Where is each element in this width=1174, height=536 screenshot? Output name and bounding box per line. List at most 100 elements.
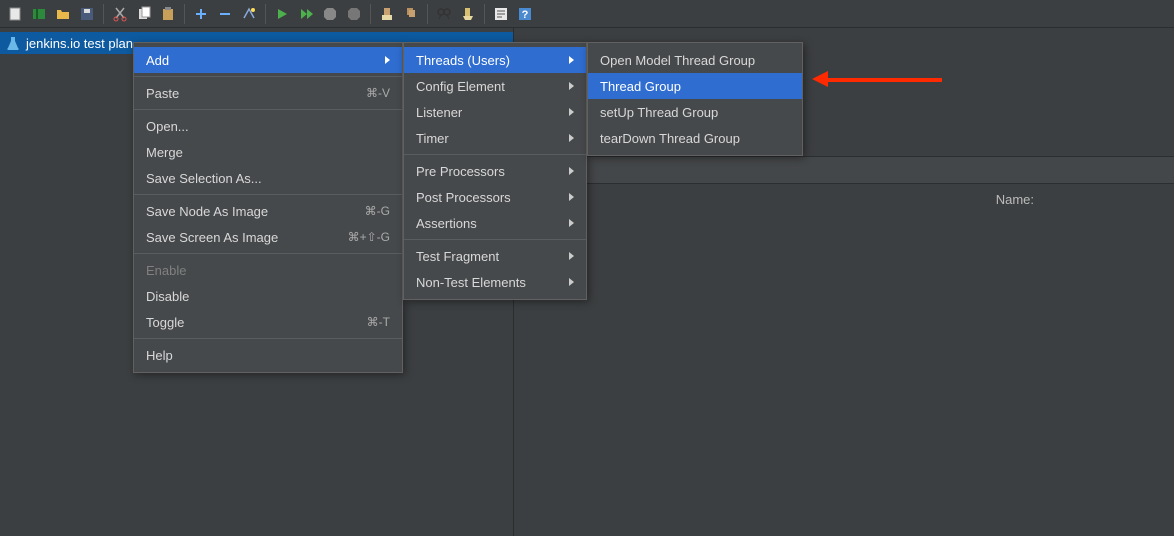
menu-item-label: Disable <box>146 289 189 304</box>
menu-item-label: Threads (Users) <box>416 53 510 68</box>
toolbar: ? <box>0 0 1174 28</box>
reset-search-icon[interactable] <box>457 3 479 25</box>
menu-item-label: Merge <box>146 145 183 160</box>
submenu-arrow-icon <box>385 56 390 64</box>
menu-shortcut: ⌘+⇧-G <box>348 230 390 244</box>
menu-item-label: Help <box>146 348 173 363</box>
menu-separator <box>134 194 402 195</box>
clear-all-icon[interactable] <box>400 3 422 25</box>
menu-item-label: Save Selection As... <box>146 171 262 186</box>
copy-icon[interactable] <box>133 3 155 25</box>
add-item-assertions[interactable]: Assertions <box>404 210 586 236</box>
menu-shortcut: ⌘-G <box>365 204 390 218</box>
ctx-item-enable: Enable <box>134 257 402 283</box>
file-new-icon[interactable] <box>4 3 26 25</box>
menu-item-label: Test Fragment <box>416 249 499 264</box>
toolbar-separator <box>103 4 104 24</box>
menu-item-label: Config Element <box>416 79 505 94</box>
flask-icon <box>6 36 20 50</box>
context-menu-main: Add Paste ⌘-V Open... Merge Save Selection As… <box>133 42 403 373</box>
run-icon[interactable] <box>271 3 293 25</box>
menu-item-label: Assertions <box>416 216 477 231</box>
menu-shortcut: ⌘-T <box>367 315 390 329</box>
submenu-arrow-icon <box>569 108 574 116</box>
toggle-icon[interactable] <box>238 3 260 25</box>
tree-root-label: jenkins.io test plan <box>26 36 133 51</box>
menu-item-label: tearDown Thread Group <box>600 131 740 146</box>
submenu-arrow-icon <box>569 82 574 90</box>
submenu-arrow-icon <box>569 134 574 142</box>
paste-icon[interactable] <box>157 3 179 25</box>
run-notimers-icon[interactable] <box>295 3 317 25</box>
ctx-item-open[interactable]: Open... <box>134 113 402 139</box>
clear-icon[interactable] <box>376 3 398 25</box>
submenu-arrow-icon <box>569 278 574 286</box>
cut-icon[interactable] <box>109 3 131 25</box>
menu-item-label: Non-Test Elements <box>416 275 526 290</box>
svg-text:?: ? <box>522 9 529 21</box>
submenu-arrow-icon <box>569 193 574 201</box>
context-menu-threads: Open Model Thread Group Thread Group setUp… <box>587 42 803 156</box>
menu-item-label: Timer <box>416 131 449 146</box>
stop-icon[interactable] <box>319 3 341 25</box>
ctx-item-paste[interactable]: Paste ⌘-V <box>134 80 402 106</box>
ctx-item-add[interactable]: Add <box>134 47 402 73</box>
menu-separator <box>404 239 586 240</box>
toolbar-separator <box>427 4 428 24</box>
add-item-config-element[interactable]: Config Element <box>404 73 586 99</box>
ctx-item-save-node-as-image[interactable]: Save Node As Image ⌘-G <box>134 198 402 224</box>
submenu-arrow-icon <box>569 219 574 227</box>
add-item-timer[interactable]: Timer <box>404 125 586 151</box>
menu-item-label: Toggle <box>146 315 184 330</box>
toolbar-separator <box>484 4 485 24</box>
menu-item-label: Thread Group <box>600 79 681 94</box>
ctx-item-help[interactable]: Help <box>134 342 402 368</box>
menu-item-label: Open Model Thread Group <box>600 53 755 68</box>
ctx-item-save-selection-as[interactable]: Save Selection As... <box>134 165 402 191</box>
menu-separator <box>134 338 402 339</box>
name-row: Name: <box>515 184 1174 214</box>
menu-item-label: Paste <box>146 86 179 101</box>
threads-item-thread-group[interactable]: Thread Group <box>588 73 802 99</box>
add-item-post-processors[interactable]: Post Processors <box>404 184 586 210</box>
shutdown-icon[interactable] <box>343 3 365 25</box>
menu-separator <box>404 154 586 155</box>
ctx-item-toggle[interactable]: Toggle ⌘-T <box>134 309 402 335</box>
threads-item-open-model-thread-group[interactable]: Open Model Thread Group <box>588 47 802 73</box>
folder-open-icon[interactable] <box>52 3 74 25</box>
help-icon[interactable]: ? <box>514 3 536 25</box>
threads-item-setup-thread-group[interactable]: setUp Thread Group <box>588 99 802 125</box>
function-helper-icon[interactable] <box>490 3 512 25</box>
menu-separator <box>134 76 402 77</box>
menu-item-label: Add <box>146 53 169 68</box>
templates-icon[interactable] <box>28 3 50 25</box>
ctx-item-disable[interactable]: Disable <box>134 283 402 309</box>
menu-item-label: Save Screen As Image <box>146 230 278 245</box>
add-item-listener[interactable]: Listener <box>404 99 586 125</box>
submenu-arrow-icon <box>569 167 574 175</box>
submenu-arrow-icon <box>569 252 574 260</box>
toolbar-separator <box>265 4 266 24</box>
threads-item-teardown-thread-group[interactable]: tearDown Thread Group <box>588 125 802 151</box>
save-icon[interactable] <box>76 3 98 25</box>
expand-icon[interactable] <box>190 3 212 25</box>
add-item-threads-users[interactable]: Threads (Users) <box>404 47 586 73</box>
name-label: Name: <box>996 192 1034 207</box>
ctx-item-save-screen-as-image[interactable]: Save Screen As Image ⌘+⇧-G <box>134 224 402 250</box>
menu-item-label: Open... <box>146 119 189 134</box>
ctx-item-merge[interactable]: Merge <box>134 139 402 165</box>
add-item-test-fragment[interactable]: Test Fragment <box>404 243 586 269</box>
menu-item-label: Post Processors <box>416 190 511 205</box>
menu-separator <box>134 253 402 254</box>
toolbar-separator <box>370 4 371 24</box>
menu-shortcut: ⌘-V <box>366 86 390 100</box>
add-item-pre-processors[interactable]: Pre Processors <box>404 158 586 184</box>
find-icon[interactable] <box>433 3 455 25</box>
menu-item-label: setUp Thread Group <box>600 105 718 120</box>
menu-item-label: Save Node As Image <box>146 204 268 219</box>
menu-item-label: Pre Processors <box>416 164 505 179</box>
add-item-non-test-elements[interactable]: Non-Test Elements <box>404 269 586 295</box>
menu-item-label: Listener <box>416 105 462 120</box>
submenu-arrow-icon <box>569 56 574 64</box>
collapse-icon[interactable] <box>214 3 236 25</box>
